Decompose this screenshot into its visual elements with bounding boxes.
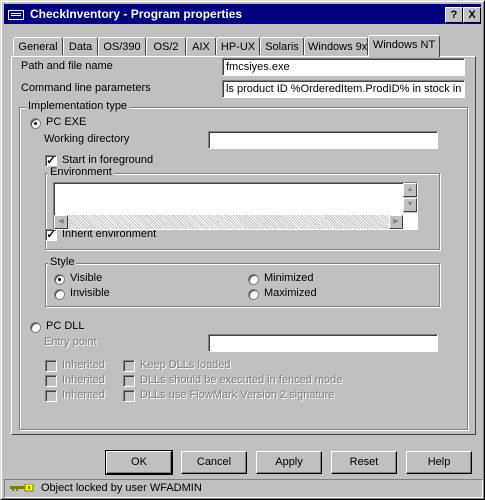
style-visible-label[interactable]: Visible — [70, 272, 102, 284]
entry-point-label: Entry point — [44, 336, 97, 348]
keep-dlls-label: Keep DLLs loaded — [140, 359, 231, 371]
implementation-title: Implementation type — [26, 100, 130, 112]
inherited-label-1: Inherited — [62, 359, 105, 371]
tab-solaris[interactable]: Solaris — [260, 37, 304, 55]
apply-button[interactable]: Apply — [256, 451, 322, 474]
flowmark-v2-checkbox[interactable] — [123, 390, 135, 402]
tab-os390[interactable]: OS/390 — [98, 37, 146, 55]
style-title: Style — [48, 256, 77, 268]
environment-vertical-scrollbar[interactable]: ▲ ▼ — [403, 183, 417, 213]
inherited-label-2: Inherited — [62, 374, 105, 386]
style-minimized-radio[interactable] — [248, 274, 259, 285]
inherit-environment-checkbox[interactable]: ✓ — [45, 229, 57, 241]
tab-os2[interactable]: OS/2 — [146, 37, 186, 55]
help-title-button[interactable]: ? — [445, 7, 463, 23]
path-input[interactable]: fmcsiyes.exe — [222, 58, 465, 76]
scroll-left-icon[interactable]: ◀ — [54, 215, 68, 229]
ok-button[interactable]: OK — [105, 450, 173, 475]
environment-horizontal-scrollbar[interactable]: ◀ ▶ — [54, 215, 403, 229]
style-group: Style Visible Invisible Minimized Maximi… — [45, 256, 440, 307]
inherited-checkbox-3[interactable] — [45, 390, 57, 402]
working-dir-label: Working directory — [44, 133, 130, 145]
status-text: Object locked by user WFADMIN — [41, 482, 202, 494]
environment-textarea[interactable]: ▲ ▼ ◀ ▶ — [53, 182, 418, 230]
cmd-label: Command line parameters — [21, 82, 151, 94]
scroll-right-icon[interactable]: ▶ — [389, 215, 403, 229]
style-invisible-label[interactable]: Invisible — [70, 287, 110, 299]
scroll-up-icon[interactable]: ▲ — [403, 183, 417, 197]
cmd-input[interactable]: ls product ID %OrderedItem.ProdID% in st… — [222, 80, 465, 98]
title-bar[interactable]: CheckInventory - Program properties ? X — [4, 4, 481, 24]
tab-general[interactable]: General — [13, 37, 63, 55]
inherited-checkbox-1[interactable] — [45, 360, 57, 372]
inherited-label-3: Inherited — [62, 389, 105, 401]
tab-windows-nt[interactable]: Windows NT — [368, 35, 440, 57]
style-invisible-radio[interactable] — [54, 289, 65, 300]
pc-exe-radio[interactable] — [30, 118, 41, 129]
app-menu-icon[interactable] — [8, 10, 24, 20]
inherited-checkbox-2[interactable] — [45, 375, 57, 387]
style-maximized-label[interactable]: Maximized — [264, 287, 317, 299]
tab-aix[interactable]: AIX — [186, 37, 216, 55]
entry-point-input[interactable] — [208, 334, 438, 352]
keep-dlls-checkbox[interactable] — [123, 360, 135, 372]
help-button[interactable]: Help — [406, 451, 472, 474]
reset-button[interactable]: Reset — [331, 451, 397, 474]
tab-panel: Path and file name fmcsiyes.exe Command … — [11, 56, 476, 435]
tab-data[interactable]: Data — [63, 37, 98, 55]
status-bar: Object locked by user WFADMIN — [4, 479, 483, 498]
fenced-mode-checkbox[interactable] — [123, 375, 135, 387]
cancel-button[interactable]: Cancel — [181, 451, 247, 474]
scroll-down-icon[interactable]: ▼ — [403, 198, 417, 212]
working-dir-input[interactable] — [208, 131, 438, 149]
window-title: CheckInventory - Program properties — [30, 7, 243, 21]
tab-hpux[interactable]: HP-UX — [216, 37, 260, 55]
start-foreground-label[interactable]: Start in foreground — [62, 154, 153, 166]
pc-exe-label[interactable]: PC EXE — [46, 116, 86, 128]
close-title-button[interactable]: X — [463, 7, 481, 23]
flowmark-v2-label: DLLs use FlowMark Version 2 signature — [140, 389, 335, 401]
pc-dll-label[interactable]: PC DLL — [46, 320, 85, 332]
key-icon — [10, 484, 34, 492]
implementation-group: Implementation type PC EXE Working direc… — [19, 100, 468, 430]
path-label: Path and file name — [21, 60, 113, 72]
program-properties-window: CheckInventory - Program properties ? X … — [0, 0, 485, 500]
style-maximized-radio[interactable] — [248, 289, 259, 300]
style-visible-radio[interactable] — [54, 274, 65, 285]
fenced-mode-label: DLLs should be executed in fenced mode — [140, 374, 343, 386]
pc-dll-radio[interactable] — [30, 322, 41, 333]
environment-title: Environment — [48, 166, 114, 178]
style-minimized-label[interactable]: Minimized — [264, 272, 314, 284]
tab-windows-9x[interactable]: Windows 9x — [304, 37, 368, 55]
